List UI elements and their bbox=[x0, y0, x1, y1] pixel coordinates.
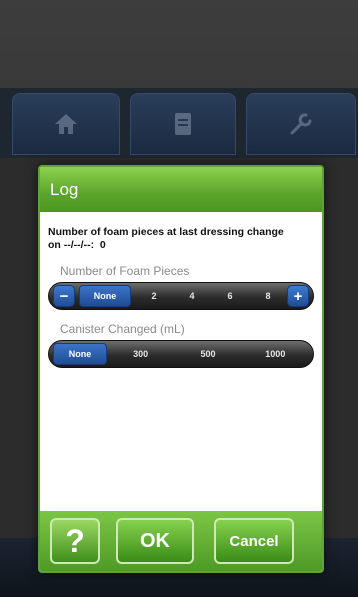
last-change-on-label: on bbox=[48, 239, 61, 251]
foam-increment-button[interactable]: + bbox=[287, 285, 309, 307]
foam-option-none[interactable]: None bbox=[79, 285, 131, 307]
cancel-button[interactable]: Cancel bbox=[214, 518, 294, 564]
tab-document[interactable] bbox=[130, 93, 236, 155]
tools-icon bbox=[290, 113, 312, 135]
foam-option-4[interactable]: 4 bbox=[173, 285, 211, 307]
canister-option-300[interactable]: 300 bbox=[107, 343, 174, 365]
foam-pieces-label: Number of Foam Pieces bbox=[60, 264, 190, 278]
last-change-text: Number of foam pieces at last dressing c… bbox=[48, 226, 314, 252]
foam-option-8[interactable]: 8 bbox=[249, 285, 287, 307]
help-button[interactable]: ? bbox=[50, 518, 100, 564]
canister-option-1000[interactable]: 1000 bbox=[242, 343, 309, 365]
ok-button[interactable]: OK bbox=[116, 518, 194, 564]
canister-selector: None 300 500 1000 bbox=[48, 340, 314, 368]
last-change-date: --/--/--: bbox=[63, 239, 95, 251]
dialog-header: Log bbox=[40, 167, 322, 212]
foam-pieces-selector: − None 2 4 6 8 + bbox=[48, 282, 314, 310]
foam-option-2[interactable]: 2 bbox=[135, 285, 173, 307]
canister-option-none[interactable]: None bbox=[53, 343, 107, 365]
dialog-title: Log bbox=[50, 179, 79, 199]
tab-tools[interactable] bbox=[246, 93, 356, 155]
foam-option-6[interactable]: 6 bbox=[211, 285, 249, 307]
home-icon bbox=[55, 114, 77, 134]
log-dialog: Log Number of foam pieces at last dressi… bbox=[38, 165, 324, 573]
document-icon bbox=[175, 113, 191, 135]
last-change-count: 0 bbox=[99, 239, 106, 251]
dialog-footer: ? OK Cancel bbox=[40, 511, 322, 571]
dialog-body: Number of foam pieces at last dressing c… bbox=[40, 212, 322, 368]
canister-option-500[interactable]: 500 bbox=[174, 343, 241, 365]
last-change-line1: Number of foam pieces at last dressing c… bbox=[48, 226, 284, 238]
canister-changed-label: Canister Changed (mL) bbox=[60, 322, 185, 336]
foam-decrement-button[interactable]: − bbox=[53, 285, 75, 307]
tab-home[interactable] bbox=[12, 93, 120, 155]
